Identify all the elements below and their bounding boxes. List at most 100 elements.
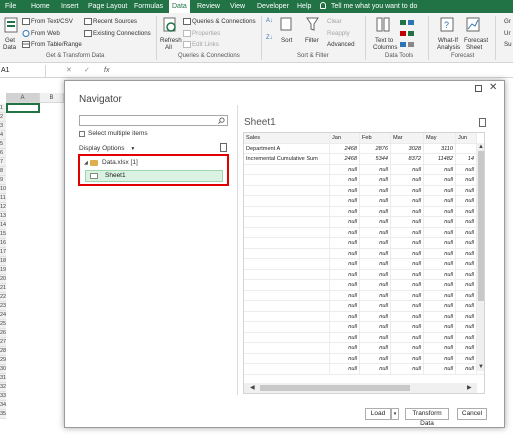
row-header[interactable]: 14 [0, 221, 6, 230]
row-header[interactable]: 9 [0, 176, 6, 185]
refresh-preview-icon[interactable] [220, 143, 227, 152]
from-table-range-button[interactable]: From Table/Range [31, 41, 82, 48]
row-header[interactable]: 18 [0, 257, 6, 266]
search-input[interactable] [79, 115, 228, 126]
column-header-b[interactable]: B [40, 93, 64, 103]
tab-page-layout[interactable]: Page Layout [85, 0, 130, 13]
pane-splitter[interactable] [237, 105, 238, 395]
row-header[interactable]: 6 [0, 149, 6, 158]
name-box[interactable]: A1 [0, 65, 46, 77]
reapply-button[interactable]: Reapply [327, 30, 350, 37]
row-header[interactable]: 3 [0, 122, 6, 131]
group-button[interactable]: Gr [504, 18, 511, 25]
close-icon[interactable]: ✕ [489, 82, 497, 93]
what-if-button[interactable]: What-If [438, 37, 458, 44]
sort-button[interactable]: Sort [281, 37, 292, 44]
row-header[interactable]: 27 [0, 338, 6, 347]
row-header[interactable]: 22 [0, 293, 6, 302]
horizontal-scroll-thumb[interactable] [260, 385, 410, 391]
tab-data[interactable]: Data [169, 0, 190, 13]
row-header[interactable]: 21 [0, 284, 6, 293]
tab-view[interactable]: View [227, 0, 248, 13]
vertical-scroll-thumb[interactable] [478, 151, 484, 301]
row-header[interactable]: 25 [0, 320, 6, 329]
cancel-icon[interactable]: ✕ [66, 65, 72, 77]
horizontal-scrollbar[interactable]: ◀ ▶ [244, 383, 477, 393]
scroll-left-icon[interactable]: ◀ [250, 384, 255, 392]
tab-file[interactable]: File [2, 0, 19, 13]
tab-review[interactable]: Review [194, 0, 223, 13]
transform-data-button[interactable]: Transform Data [405, 408, 449, 427]
recent-sources-button[interactable]: Recent Sources [93, 18, 137, 25]
row-header[interactable]: 33 [0, 392, 6, 401]
existing-connections-button[interactable]: Existing Connections [93, 30, 151, 37]
row-header[interactable]: 19 [0, 266, 6, 275]
group-label-queries: Queries & Connections [178, 53, 240, 59]
row-header[interactable]: 32 [0, 383, 6, 392]
row-header[interactable]: 30 [0, 365, 6, 374]
maximize-icon[interactable] [475, 85, 482, 92]
advanced-button[interactable]: Advanced [327, 41, 355, 48]
select-multiple-checkbox[interactable] [79, 131, 85, 137]
row-header[interactable]: 29 [0, 356, 6, 365]
get-data-button[interactable]: Get [5, 37, 15, 44]
tree-item-sheet1[interactable]: Sheet1 [85, 170, 223, 182]
filter-button[interactable]: Filter [305, 37, 319, 44]
row-header[interactable]: 7 [0, 158, 6, 167]
scroll-right-icon[interactable]: ▶ [467, 384, 472, 392]
load-dropdown-button[interactable]: ▾ [391, 408, 399, 420]
row-header[interactable]: 17 [0, 248, 6, 257]
load-button[interactable]: Load [365, 408, 391, 420]
row-header[interactable]: 13 [0, 212, 6, 221]
column-header-a[interactable]: A [6, 93, 40, 103]
row-header[interactable]: 24 [0, 311, 6, 320]
row-header[interactable]: 35 [0, 410, 6, 419]
edit-links-button[interactable]: Edit Links [192, 41, 219, 48]
row-header[interactable]: 15 [0, 230, 6, 239]
row-header[interactable]: 4 [0, 131, 6, 140]
tab-formulas[interactable]: Formulas [131, 0, 166, 13]
confirm-icon[interactable]: ✓ [84, 65, 90, 77]
row-header[interactable]: 23 [0, 302, 6, 311]
row-header[interactable]: 26 [0, 329, 6, 338]
tab-help[interactable]: Help [294, 0, 314, 13]
properties-button[interactable]: Properties [192, 30, 220, 37]
tab-insert[interactable]: Insert [58, 0, 82, 13]
row-header[interactable]: 28 [0, 347, 6, 356]
text-to-columns-button[interactable]: Text to [375, 37, 393, 44]
clear-button[interactable]: Clear [327, 18, 342, 25]
row-header[interactable]: 11 [0, 194, 6, 203]
row-header[interactable]: 5 [0, 140, 6, 149]
scroll-down-icon[interactable]: ▼ [478, 363, 484, 371]
row-header[interactable]: 31 [0, 374, 6, 383]
tab-home[interactable]: Home [28, 0, 53, 13]
preview-cell: Incremental Cumulative Sum [244, 154, 330, 164]
expand-arrow-icon[interactable]: ◢ [84, 160, 88, 166]
refresh-all-button[interactable]: Refresh [160, 37, 182, 44]
row-header[interactable]: 2 [0, 113, 6, 122]
cancel-button[interactable]: Cancel [457, 408, 487, 420]
row-header[interactable]: 8 [0, 167, 6, 176]
display-options-dropdown[interactable]: Display Options ▼ [79, 145, 135, 152]
queries-connections-button[interactable]: Queries & Connections [192, 18, 256, 25]
tell-me-box[interactable]: Tell me what you want to do [320, 0, 417, 13]
sort-az-icon[interactable]: A↓ [266, 18, 273, 24]
from-text-csv-button[interactable]: From Text/CSV [31, 18, 73, 25]
row-header[interactable]: 1 [0, 104, 6, 113]
row-header[interactable]: 12 [0, 203, 6, 212]
subtotal-button[interactable]: Su [504, 41, 512, 48]
from-web-button[interactable]: From Web [31, 30, 60, 37]
row-header[interactable]: 20 [0, 275, 6, 284]
insert-function-button[interactable]: fx [104, 65, 109, 77]
export-preview-icon[interactable] [479, 118, 486, 127]
ungroup-button[interactable]: Ur [504, 30, 511, 37]
scroll-up-icon[interactable]: ▲ [478, 143, 484, 151]
vertical-scrollbar[interactable]: ▲ ▼ [477, 143, 484, 371]
row-header[interactable]: 34 [0, 401, 6, 410]
forecast-sheet-button[interactable]: Forecast [464, 37, 488, 44]
tab-developer[interactable]: Developer [254, 0, 292, 13]
row-header[interactable]: 10 [0, 185, 6, 194]
active-cell-a1[interactable] [6, 103, 40, 113]
row-header[interactable]: 16 [0, 239, 6, 248]
sort-za-icon[interactable]: Z↓ [266, 35, 273, 41]
